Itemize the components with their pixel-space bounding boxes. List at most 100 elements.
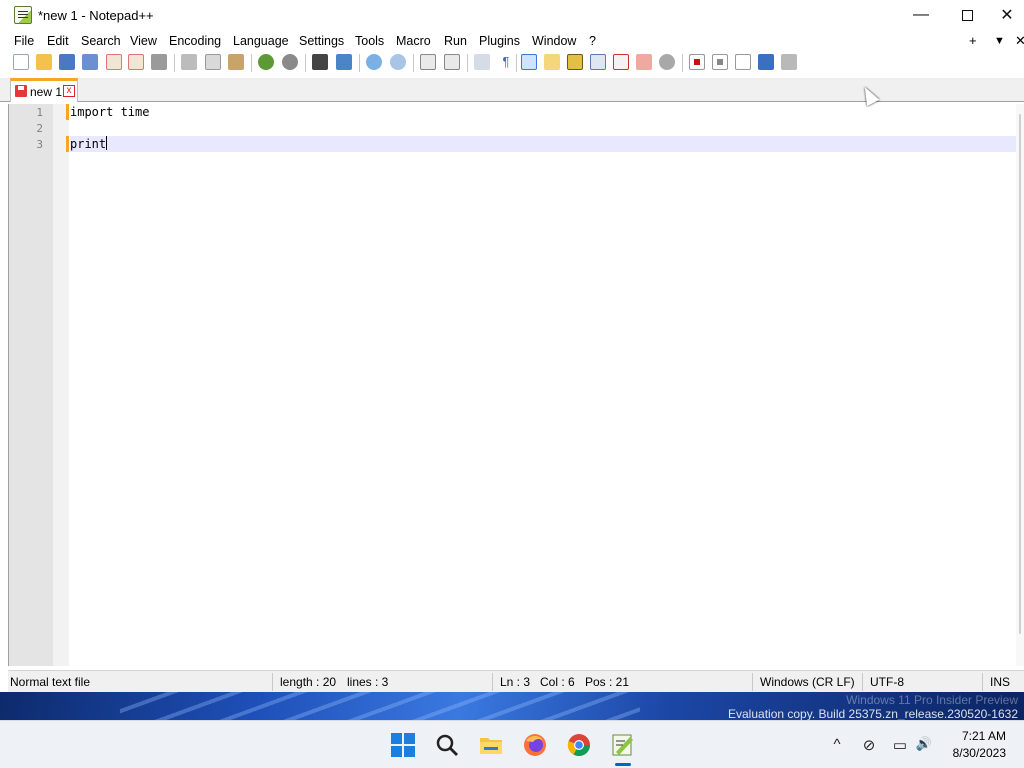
tab-list-dropdown-icon[interactable]: ▼ [994, 35, 1005, 47]
status-eol-format[interactable]: Windows (CR LF) [760, 675, 855, 689]
minimize-button[interactable]: — [898, 0, 944, 30]
print-icon[interactable] [151, 54, 167, 70]
status-insert-mode[interactable]: INS [990, 675, 1010, 689]
stop-record-icon[interactable] [712, 54, 728, 70]
status-separator [752, 673, 753, 691]
open-file-icon[interactable] [36, 54, 52, 70]
title-bar[interactable]: *new 1 - Notepad++ — ✕ [0, 0, 1024, 30]
volume-icon[interactable]: 🔊 [915, 736, 933, 754]
maximize-button[interactable] [944, 0, 990, 30]
menu-edit[interactable]: Edit [47, 34, 69, 48]
windows-start-icon[interactable] [390, 732, 416, 758]
menu-plugins[interactable]: Plugins [479, 34, 520, 48]
status-column: Col : 6 [540, 675, 575, 689]
tray-overflow-chevron-icon[interactable]: ^ [828, 736, 846, 754]
toolbar-separator [359, 54, 360, 72]
menu-view[interactable]: View [130, 34, 157, 48]
menu-encoding[interactable]: Encoding [169, 34, 221, 48]
notepadpp-app-icon[interactable] [14, 6, 32, 24]
code-line-text: print [70, 137, 107, 151]
word-wrap-icon[interactable] [474, 54, 490, 70]
close-all-icon[interactable] [128, 54, 144, 70]
user-language-icon[interactable] [544, 54, 560, 70]
toolbar-separator [251, 54, 252, 72]
zoom-in-icon[interactable] [366, 54, 382, 70]
vertical-scrollbar[interactable] [1016, 104, 1024, 666]
display-icon[interactable]: ▭ [891, 736, 909, 754]
new-file-icon[interactable] [13, 54, 29, 70]
toolbar-separator [467, 54, 468, 72]
copy-icon[interactable] [205, 54, 221, 70]
minimize-icon: — [913, 6, 929, 23]
status-lines: lines : 3 [347, 675, 389, 689]
folder-workspace-icon[interactable] [636, 54, 652, 70]
sync-vertical-icon[interactable] [420, 54, 436, 70]
close-tab-icon[interactable]: ✕ [1015, 33, 1024, 49]
code-line[interactable]: import time [70, 104, 1016, 120]
undo-icon[interactable] [258, 54, 274, 70]
fold-margin[interactable] [53, 104, 69, 666]
watermark-line-2: Evaluation copy. Build 25375.zn_release.… [728, 707, 1018, 721]
menu-file[interactable]: File [14, 34, 34, 48]
replace-icon[interactable] [336, 54, 352, 70]
editor-area[interactable]: 1 2 3 import time print [8, 104, 1024, 666]
save-macro-icon[interactable] [781, 54, 797, 70]
watermark-line-1: Windows 11 Pro Insider Preview [846, 693, 1018, 707]
system-clock[interactable]: 7:21 AM 8/30/2023 [953, 728, 1006, 762]
toolbar-separator [682, 54, 683, 72]
code-line[interactable] [70, 120, 1016, 136]
chrome-icon[interactable] [566, 732, 592, 758]
network-disconnected-icon[interactable]: ⊘ [860, 736, 878, 754]
run-macro-multiple-icon[interactable] [758, 54, 774, 70]
function-list-icon[interactable] [613, 54, 629, 70]
tab-new-1[interactable]: new 1 x [10, 78, 78, 102]
find-icon[interactable] [312, 54, 328, 70]
current-code-line[interactable]: print [70, 136, 1016, 152]
menu-macro[interactable]: Macro [396, 34, 431, 48]
firefox-icon[interactable] [522, 732, 548, 758]
taskbar: ^ ⊘ ▭ 🔊 7:21 AM 8/30/2023 [0, 720, 1024, 768]
document-list-icon[interactable] [590, 54, 606, 70]
code-line-text: import time [70, 105, 150, 119]
save-all-icon[interactable] [82, 54, 98, 70]
menu-language[interactable]: Language [233, 34, 289, 48]
document-map-icon[interactable] [567, 54, 583, 70]
toolbar: ¶ [0, 51, 1024, 75]
menu-help[interactable]: ? [589, 34, 596, 48]
status-length: length : 20 [280, 675, 337, 689]
maximize-icon [961, 9, 973, 21]
status-separator [982, 673, 983, 691]
add-tab-button[interactable]: + [969, 33, 977, 48]
line-number: 3 [36, 138, 43, 151]
notepadpp-icon[interactable] [610, 732, 636, 758]
show-all-characters-icon[interactable]: ¶ [498, 54, 514, 70]
status-separator [272, 673, 273, 691]
zoom-out-icon[interactable] [390, 54, 406, 70]
tab-close-icon[interactable]: x [63, 85, 75, 97]
redo-icon[interactable] [282, 54, 298, 70]
windows-watermark: Windows 11 Pro Insider Preview Evaluatio… [728, 693, 1018, 721]
menu-window[interactable]: Window [532, 34, 576, 48]
status-separator [492, 673, 493, 691]
line-number: 1 [36, 106, 43, 119]
save-icon[interactable] [59, 54, 75, 70]
status-encoding[interactable]: UTF-8 [870, 675, 904, 689]
menu-tools[interactable]: Tools [355, 34, 384, 48]
close-icon[interactable] [106, 54, 122, 70]
status-file-type: Normal text file [10, 675, 91, 689]
menu-settings[interactable]: Settings [299, 34, 344, 48]
close-icon: ✕ [1000, 7, 1014, 24]
menu-search[interactable]: Search [81, 34, 121, 48]
file-explorer-icon[interactable] [478, 732, 504, 758]
search-icon[interactable] [434, 732, 460, 758]
monitoring-icon[interactable] [659, 54, 675, 70]
record-macro-icon[interactable] [689, 54, 705, 70]
paste-icon[interactable] [228, 54, 244, 70]
indent-guide-icon[interactable] [521, 54, 537, 70]
close-window-button[interactable]: ✕ [990, 0, 1024, 30]
status-separator [862, 673, 863, 691]
sync-horizontal-icon[interactable] [444, 54, 460, 70]
menu-run[interactable]: Run [444, 34, 467, 48]
cut-icon[interactable] [181, 54, 197, 70]
playback-macro-icon[interactable] [735, 54, 751, 70]
